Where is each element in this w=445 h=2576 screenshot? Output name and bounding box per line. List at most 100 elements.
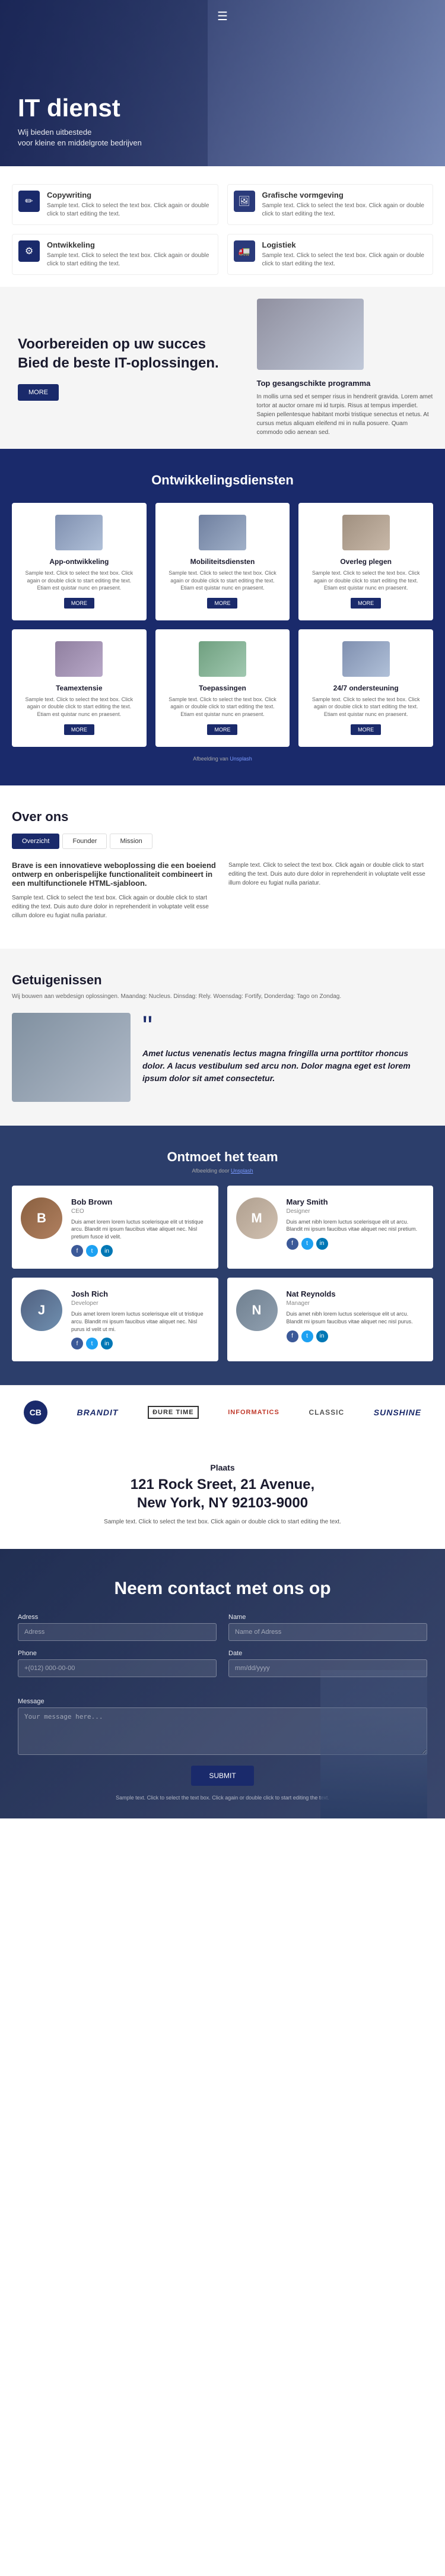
about-left-text: Sample text. Click to select the text bo… [12,893,217,920]
dev-card-mobiel-btn[interactable]: MORE [207,598,237,609]
dev-card-toepassingen[interactable]: Toepassingen Sample text. Click to selec… [155,629,290,747]
about-left: Brave is een innovatieve weboplossing di… [12,861,217,925]
dev-footer-link[interactable]: Unsplash [230,756,252,762]
testimonials-text: " Amet luctus venenatis lectus magna fri… [142,1013,433,1102]
about-right: Sample text. Click to select the text bo… [228,861,433,925]
avatar-mary-smith: M [236,1197,278,1239]
avatar-bob-brown: B [21,1197,62,1239]
service-item-ontwikkeling[interactable]: ⚙ Ontwikkeling Sample text. Click to sel… [12,234,218,275]
about-section: Over ons Overzicht Founder Mission Brave… [0,785,445,949]
location-content: Sample text. Click to select the text bo… [12,1519,433,1525]
copywriting-desc: Sample text. Click to select the text bo… [47,202,212,218]
hero-title: IT dienst [18,94,142,122]
logo-classic: CLASSIC [309,1408,344,1417]
dev-card-team[interactable]: Teamextensie Sample text. Click to selec… [12,629,147,747]
service-item-grafische[interactable]: 🖼 Grafische vormgeving Sample text. Clic… [227,184,434,225]
form-group-name: Name [228,1614,427,1641]
dev-card-support-desc: Sample text. Click to select the text bo… [307,696,424,718]
location-street: 121 Rock Sreet, 21 Avenue, [12,1475,433,1494]
hero-section: ☰ IT dienst Wij bieden uitbestede voor k… [0,0,445,166]
about-right-text: Sample text. Click to select the text bo… [228,861,433,888]
avatar-nat-reynolds: N [236,1289,278,1331]
tab-founder[interactable]: Founder [62,834,107,849]
promo-button[interactable]: MORE [18,384,59,401]
dev-card-support-image [342,641,390,677]
name-input[interactable] [228,1623,427,1641]
team-card-bob-brown: B Bob Brown CEO Duis amet lorem lorem lu… [12,1186,218,1269]
dev-card-team-image [55,641,103,677]
dev-card-overleg[interactable]: Overleg plegen Sample text. Click to sel… [298,503,433,620]
dev-card-mobiel[interactable]: Mobiliteitsdiensten Sample text. Click t… [155,503,290,620]
promo-image [257,299,364,370]
logo-duretime: ÐURE TIME [148,1406,199,1419]
dev-card-support[interactable]: 24/7 ondersteuning Sample text. Click to… [298,629,433,747]
testimonials-content: " Amet luctus venenatis lectus magna fri… [12,1013,433,1102]
linkedin-icon-nat[interactable]: in [316,1330,328,1342]
team-info-nat-reynolds: Nat Reynolds Manager Duis amet nibh lore… [287,1289,425,1342]
team-card-josh-rich: J Josh Rich Developer Duis amet lorem lo… [12,1278,218,1361]
dev-card-app[interactable]: App-ontwikkeling Sample text. Click to s… [12,503,147,620]
quote-icon: " [142,1013,433,1041]
tab-overzicht[interactable]: Overzicht [12,834,59,849]
grafische-title: Grafische vormgeving [262,191,427,199]
team-grid: B Bob Brown CEO Duis amet lorem lorem lu… [12,1186,433,1362]
dev-footer: Afbeelding van Unsplash [12,756,433,762]
phone-input[interactable] [18,1659,217,1677]
linkedin-icon-bob[interactable]: in [101,1245,113,1257]
dev-card-toepassingen-desc: Sample text. Click to select the text bo… [164,696,281,718]
copywriting-content: Copywriting Sample text. Click to select… [47,191,212,218]
team-social-nat-reynolds: f t in [287,1330,425,1342]
about-tabs: Overzicht Founder Mission [12,834,433,849]
facebook-icon-mary[interactable]: f [287,1238,298,1250]
dev-card-support-btn[interactable]: MORE [351,724,381,735]
dev-card-mobiel-title: Mobiliteitsdiensten [164,557,281,566]
twitter-icon-bob[interactable]: t [86,1245,98,1257]
service-item-copywriting[interactable]: ✏ Copywriting Sample text. Click to sele… [12,184,218,225]
dev-card-team-btn[interactable]: MORE [64,724,94,735]
about-left-title: Brave is een innovatieve weboplossing di… [12,861,217,888]
location-label: Plaats [12,1463,433,1472]
logos-section: CB BRANDIT ÐURE TIME INFORMATICS CLASSIC… [0,1385,445,1439]
twitter-icon-josh[interactable]: t [86,1338,98,1349]
testimonials-subtitle: Wij bouwen aan webdesign oplossingen. Ma… [12,993,433,1001]
dev-services-title: Ontwikkelingsdiensten [12,473,433,488]
promo-title: Voorbereiden op uw succes Bied de beste … [18,335,227,372]
form-group-address: Adress [18,1614,217,1641]
contact-left-col: Adress Phone [18,1614,217,1686]
facebook-icon-josh[interactable]: f [71,1338,83,1349]
dev-card-overleg-btn[interactable]: MORE [351,598,381,609]
dev-card-mobiel-image [199,515,246,550]
linkedin-icon-mary[interactable]: in [316,1238,328,1250]
phone-label: Phone [18,1650,217,1657]
team-unsplash-link[interactable]: Unsplash [231,1168,253,1174]
address-label: Adress [18,1614,217,1621]
menu-icon[interactable]: ☰ [217,9,228,24]
grafische-icon: 🖼 [234,191,255,212]
testimonials-section: Getuigenissen Wij bouwen aan webdesign o… [0,949,445,1126]
tab-mission[interactable]: Mission [110,834,152,849]
ontwikkeling-content: Ontwikkeling Sample text. Click to selec… [47,240,212,268]
submit-button[interactable]: SUBMIT [191,1766,253,1786]
twitter-icon-nat[interactable]: t [301,1330,313,1342]
dev-card-toepassingen-image [199,641,246,677]
contact-person-image [320,1670,427,1818]
twitter-icon-mary[interactable]: t [301,1238,313,1250]
dev-card-app-btn[interactable]: MORE [64,598,94,609]
dev-card-app-image [55,515,103,550]
service-item-logistiek[interactable]: 🚛 Logistiek Sample text. Click to select… [227,234,434,275]
dev-card-overleg-title: Overleg plegen [307,557,424,566]
logistiek-icon: 🚛 [234,240,255,262]
address-input[interactable] [18,1623,217,1641]
team-card-mary-smith: M Mary Smith Designer Duis amet nibh lor… [227,1186,434,1269]
dev-card-toepassingen-btn[interactable]: MORE [207,724,237,735]
location-section: Plaats 121 Rock Sreet, 21 Avenue, New Yo… [0,1439,445,1548]
services-section: ✏ Copywriting Sample text. Click to sele… [0,166,445,287]
facebook-icon-bob[interactable]: f [71,1245,83,1257]
logistiek-desc: Sample text. Click to select the text bo… [262,252,427,268]
team-title: Ontmoet het team [12,1149,433,1165]
team-desc-nat-reynolds: Duis amet nibh lorem luctus scelerisque … [287,1310,425,1325]
linkedin-icon-josh[interactable]: in [101,1338,113,1349]
logistiek-content: Logistiek Sample text. Click to select t… [262,240,427,268]
contact-title: Neem contact met ons op [18,1579,427,1599]
facebook-icon-nat[interactable]: f [287,1330,298,1342]
